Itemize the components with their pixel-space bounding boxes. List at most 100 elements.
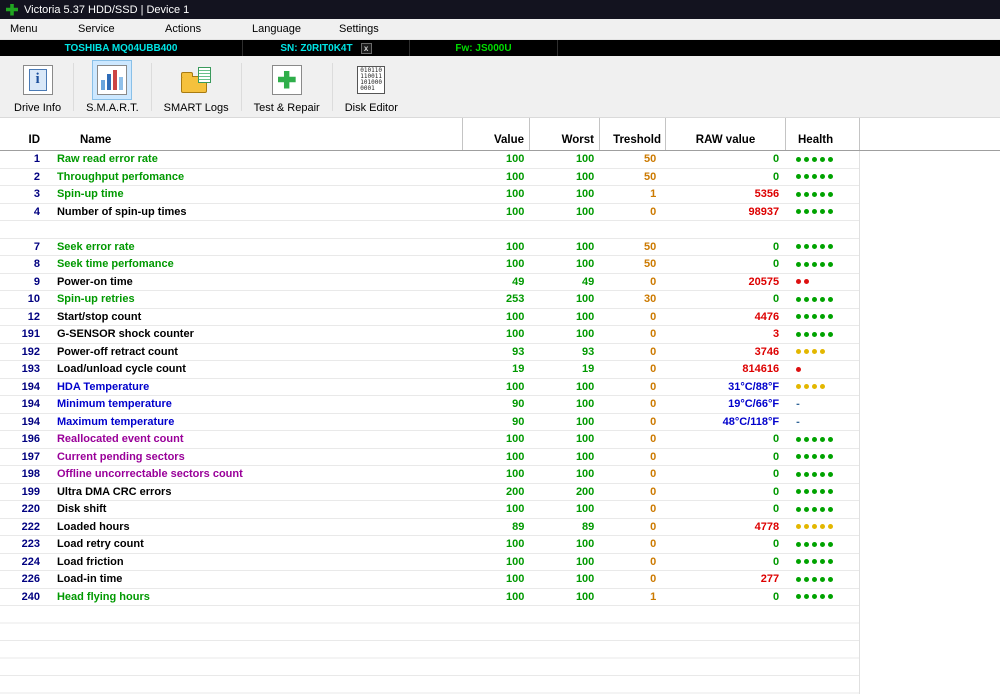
cell-worst: 100 xyxy=(575,555,595,568)
cell-threshold: 0 xyxy=(650,310,657,323)
cell-health xyxy=(785,571,859,588)
toolbar-button-label: Disk Editor xyxy=(344,101,398,114)
cell-worst: 100 xyxy=(575,205,595,218)
cell-value: 89 xyxy=(512,520,525,533)
table-row[interactable]: 12 Start/stop count 100 100 0 4476 xyxy=(0,309,859,326)
health-dot xyxy=(804,244,810,250)
cell-raw: 814616 xyxy=(742,363,780,376)
table-row[interactable]: 4 Number of spin-up times 100 100 0 98937 xyxy=(0,204,859,221)
smart-logs-button[interactable]: SMART Logs xyxy=(154,58,239,116)
cell-value: 100 xyxy=(506,573,525,586)
menu-item-settings[interactable]: Settings xyxy=(329,23,416,35)
menu-item-service[interactable]: Service xyxy=(68,23,155,35)
toolbar-button-label: Test & Repair xyxy=(253,101,320,114)
health-dot xyxy=(812,244,818,250)
health-dot xyxy=(812,384,818,390)
cell-health xyxy=(785,256,859,273)
disk-editor-button[interactable]: 010110 110011 101000 0001 Disk Editor xyxy=(335,58,408,116)
health-dot xyxy=(812,191,818,197)
health-dot xyxy=(828,331,834,337)
cell-value: 100 xyxy=(506,310,525,323)
table-row[interactable]: 199 Ultra DMA CRC errors 200 200 0 0 xyxy=(0,484,859,501)
drive-info-icon-frame: i xyxy=(18,60,58,100)
cell-value: 90 xyxy=(512,398,525,411)
health-dot xyxy=(804,541,810,547)
table-row[interactable]: 224 Load friction 100 100 0 0 xyxy=(0,554,859,571)
health-dot xyxy=(796,454,802,460)
table-row[interactable]: 2 Throughput perfomance 100 100 50 0 xyxy=(0,169,859,186)
health-dot xyxy=(820,436,826,442)
column-header-raw[interactable]: RAW value xyxy=(666,118,786,150)
health-dot xyxy=(796,541,802,547)
table-row[interactable]: 198 Offline uncorrectable sectors count 10… xyxy=(0,466,859,484)
health-dot xyxy=(804,594,810,600)
table-row[interactable]: 226 Load-in time 100 100 0 277 xyxy=(0,571,859,589)
info-icon-glyph: i xyxy=(28,68,47,91)
health-dot xyxy=(820,191,826,197)
column-header-id[interactable]: ID xyxy=(0,118,47,150)
device-bar: TOSHIBA MQ04UBB400 SN: Z0RIT0K4T x Fw: J… xyxy=(0,40,1000,56)
toolbar-separator xyxy=(150,62,152,111)
health-dot xyxy=(804,559,810,565)
health-dot xyxy=(796,594,802,600)
health-dot xyxy=(828,541,834,547)
cell-worst: 100 xyxy=(575,153,595,166)
column-header-health[interactable]: Health xyxy=(786,118,860,150)
menu-item-language[interactable]: Language xyxy=(242,23,329,35)
cell-raw: 4476 xyxy=(754,310,780,323)
table-spacer-row xyxy=(0,221,859,239)
column-header-value[interactable]: Value xyxy=(463,118,530,150)
table-row[interactable]: 192 Power-off retract count 93 93 0 3746 xyxy=(0,344,859,361)
cell-health: - xyxy=(796,415,800,428)
cell-raw: 19°C/66°F xyxy=(728,398,780,411)
health-dot xyxy=(820,576,826,582)
cell-raw: 0 xyxy=(772,468,780,481)
toolbar-separator xyxy=(73,62,75,111)
table-row[interactable]: 3 Spin-up time 100 100 1 5356 xyxy=(0,186,859,204)
table-row[interactable]: 7 Seek error rate 100 100 50 0 xyxy=(0,239,859,256)
cell-name: Minimum temperature xyxy=(56,398,172,411)
cell-value: 100 xyxy=(506,153,525,166)
cell-health xyxy=(785,431,859,448)
cell-name: Seek error rate xyxy=(56,240,135,253)
table-row[interactable]: 194 Minimum temperature 90 100 0 19°C/66°F - xyxy=(0,396,859,414)
cell-threshold: 0 xyxy=(650,275,657,288)
cell-id: 224 xyxy=(21,555,40,568)
smart-chart-icon xyxy=(97,64,128,95)
table-row[interactable]: 222 Loaded hours 89 89 0 4778 xyxy=(0,519,859,536)
table-row[interactable]: 196 Reallocated event count 100 100 0 0 xyxy=(0,431,859,449)
table-row[interactable]: 10 Spin-up retries 253 100 30 0 xyxy=(0,291,859,309)
table-row[interactable]: 194 HDA Temperature 100 100 0 31°C/88°F xyxy=(0,379,859,396)
cell-worst: 100 xyxy=(575,433,595,446)
column-header-treshold[interactable]: Treshold xyxy=(600,118,666,150)
device-model-tab[interactable]: TOSHIBA MQ04UBB400 xyxy=(0,40,243,56)
health-dot xyxy=(804,279,810,285)
table-row[interactable]: 240 Head flying hours 100 100 1 0 xyxy=(0,589,859,606)
health-dot xyxy=(828,244,834,250)
cell-value: 100 xyxy=(506,450,525,463)
table-row[interactable]: 9 Power-on time 49 49 0 20575 xyxy=(0,274,859,291)
table-row[interactable]: 1 Raw read error rate 100 100 50 0 xyxy=(0,151,859,169)
cell-threshold: 50 xyxy=(643,240,657,253)
smart-button[interactable]: S.M.A.R.T. xyxy=(76,58,149,116)
table-row[interactable]: 191 G-SENSOR shock counter 100 100 0 3 xyxy=(0,326,859,344)
smart-logs-icon-frame xyxy=(176,60,216,100)
menu-item-actions[interactable]: Actions xyxy=(155,23,242,35)
table-row[interactable]: 197 Current pending sectors 100 100 0 0 xyxy=(0,449,859,466)
table-row[interactable]: 220 Disk shift 100 100 0 0 xyxy=(0,501,859,519)
device-firmware-tab: Fw: JS000U xyxy=(410,40,558,56)
cell-value: 19 xyxy=(512,363,525,376)
table-row[interactable]: 194 Maximum temperature 90 100 0 48°C/118°F - xyxy=(0,414,859,431)
cell-worst: 100 xyxy=(575,240,595,253)
table-row[interactable]: 193 Load/unload cycle count 19 19 0 814616 xyxy=(0,361,859,379)
close-device-button[interactable]: x xyxy=(360,42,372,54)
health-dot xyxy=(812,156,818,162)
table-row[interactable]: 8 Seek time perfomance 100 100 50 0 xyxy=(0,256,859,274)
menu-item-menu[interactable]: Menu xyxy=(0,23,68,35)
column-header-name[interactable]: Name xyxy=(47,118,463,150)
table-row[interactable]: 223 Load retry count 100 100 0 0 xyxy=(0,536,859,554)
drive-info-button[interactable]: i Drive Info xyxy=(4,58,71,116)
column-header-worst[interactable]: Worst xyxy=(530,118,600,150)
test-repair-button[interactable]: Test & Repair xyxy=(244,58,330,116)
cell-worst: 100 xyxy=(575,328,595,341)
